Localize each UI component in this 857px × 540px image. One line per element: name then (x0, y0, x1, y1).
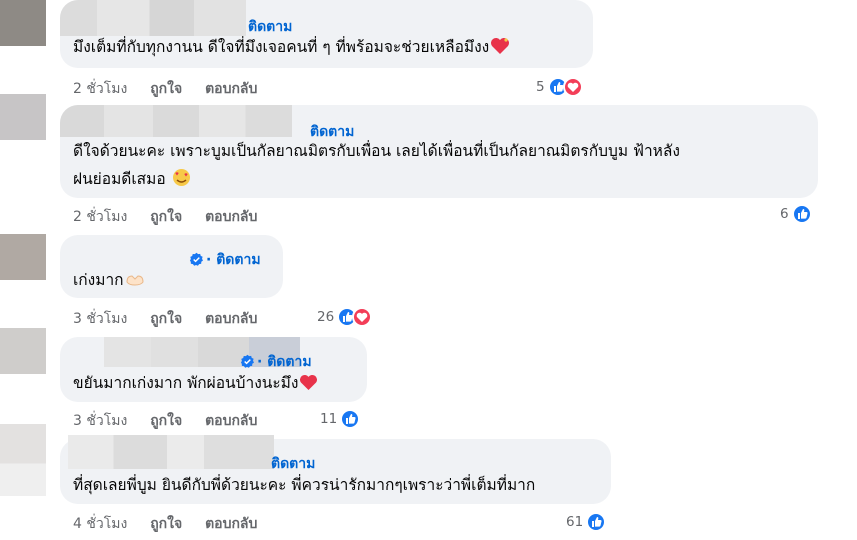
avatar[interactable] (0, 424, 46, 496)
smiling-hearts-icon (172, 168, 191, 196)
comment-text: ดีใจด้วยนะคะ เพราะบูมเป็นกัลยาณมิตรกับเพ… (73, 137, 680, 196)
comment-actions: 2 ชั่วโมง ถูกใจ ตอบกลับ (73, 78, 275, 100)
heart-hands-icon (125, 268, 145, 299)
comment-bubble: · ติดตาม เก่งมาก (60, 235, 283, 298)
comment-time[interactable]: 4 ชั่วโมง (73, 516, 127, 532)
reaction-count: 11 (320, 411, 338, 427)
comment-time[interactable]: 3 ชั่วโมง (73, 311, 127, 327)
reaction-summary[interactable]: 6 (780, 203, 812, 225)
follow-link[interactable]: · ติดตาม (189, 249, 261, 271)
like-icon (791, 204, 812, 224)
comment-text: เก่งมาก (73, 265, 145, 299)
like-icon (340, 409, 361, 429)
avatar[interactable] (0, 328, 46, 374)
avatar[interactable] (0, 0, 46, 46)
commenter-name-blurred[interactable] (68, 435, 274, 469)
like-button[interactable]: ถูกใจ (150, 209, 182, 225)
comment-actions: 3 ชั่วโมง ถูกใจ ตอบกลับ (73, 308, 275, 330)
comment-bubble: · ติดตาม ขยันมากเก่งมาก พักผ่อนบ้างนะมึง (60, 337, 367, 402)
heart-sparkle-icon (490, 35, 510, 66)
commenter-name-blurred[interactable] (60, 0, 246, 36)
reaction-summary[interactable]: 11 (320, 408, 361, 430)
reaction-summary[interactable]: 61 (566, 511, 607, 533)
comment-text: ขยันมากเก่งมาก พักผ่อนบ้างนะมึง (73, 368, 318, 402)
reply-button[interactable]: ตอบกลับ (205, 209, 257, 225)
comment-time[interactable]: 3 ชั่วโมง (73, 413, 127, 429)
avatar[interactable] (0, 94, 46, 140)
reaction-summary[interactable]: 26 (317, 306, 373, 328)
comment-time[interactable]: 2 ชั่วโมง (73, 209, 127, 225)
comment-text: ที่สุดเลยพี่บูม ยินดีกับพี่ด้วยนะคะ พี่ค… (73, 476, 536, 494)
heart-icon (562, 77, 583, 97)
reaction-count: 26 (317, 309, 335, 325)
like-button[interactable]: ถูกใจ (150, 81, 182, 97)
comment-time[interactable]: 2 ชั่วโมง (73, 81, 127, 97)
comment-bubble: ติดตาม ที่สุดเลยพี่บูม ยินดีกับพี่ด้วยนะ… (60, 435, 611, 504)
commenter-name-blurred[interactable] (60, 105, 292, 137)
comment-actions: 4 ชั่วโมง ถูกใจ ตอบกลับ (73, 513, 275, 535)
comment-text: มึงเต็มที่กับทุกงานน ดีใจที่มึงเจอคนที่ … (73, 32, 510, 66)
comment-bubble: ติดตาม มึงเต็มที่กับทุกงานน ดีใจที่มึงเจ… (60, 0, 593, 68)
reaction-count: 61 (566, 514, 584, 530)
reply-button[interactable]: ตอบกลับ (205, 81, 257, 97)
comment-actions: 3 ชั่วโมง ถูกใจ ตอบกลับ (73, 410, 275, 432)
red-heart-icon (299, 371, 318, 402)
comment-actions: 2 ชั่วโมง ถูกใจ ตอบกลับ (73, 206, 275, 228)
like-button[interactable]: ถูกใจ (150, 516, 182, 532)
like-button[interactable]: ถูกใจ (150, 413, 182, 429)
like-icon (586, 512, 607, 532)
verified-badge-icon (189, 252, 204, 271)
reaction-count: 6 (780, 206, 789, 222)
reply-button[interactable]: ตอบกลับ (205, 516, 257, 532)
reaction-summary[interactable]: 5 (536, 76, 583, 98)
reply-button[interactable]: ตอบกลับ (205, 413, 257, 429)
heart-icon (352, 307, 373, 327)
reaction-count: 5 (536, 79, 545, 95)
avatar[interactable] (0, 234, 46, 280)
comment-bubble: ติดตาม ดีใจด้วยนะคะ เพราะบูมเป็นกัลยาณมิ… (60, 105, 818, 198)
like-button[interactable]: ถูกใจ (150, 311, 182, 327)
reply-button[interactable]: ตอบกลับ (205, 311, 257, 327)
